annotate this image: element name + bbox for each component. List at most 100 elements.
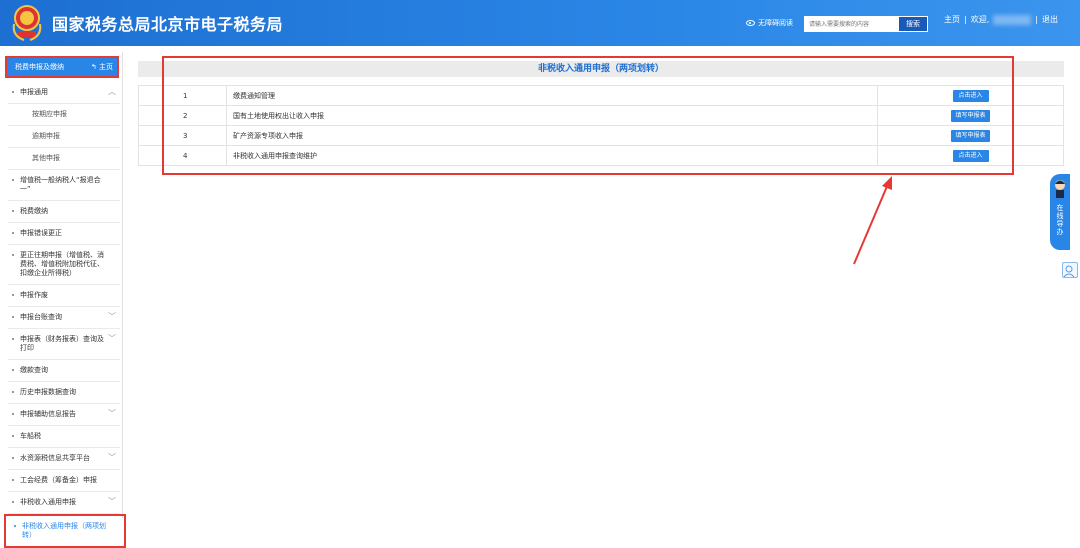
- sidebar-item-label: 非税收入通用申报（两项划转）: [22, 522, 106, 539]
- sidebar-item-label: 申报表（财务报表）查询及打印: [20, 335, 104, 352]
- chevron-down-icon: ﹀: [108, 312, 116, 321]
- row-name: 缴费通知管理: [226, 85, 878, 106]
- row-action-cell: 填写申报表: [877, 105, 1064, 126]
- online-guide-label: 在线导办: [1056, 204, 1064, 236]
- top-header: 国家税务总局北京市电子税务局 无障碍阅读 搜索 主页 | 欢迎, | 退出: [0, 0, 1080, 46]
- sidebar-item-declare-general[interactable]: 申报通用 ︿: [8, 82, 120, 104]
- chevron-down-icon: ﹀: [108, 453, 116, 462]
- bullet-icon: [12, 91, 14, 93]
- sidebar-item-aux-report[interactable]: 申报辅助信息报告 ﹀: [8, 404, 120, 426]
- enter-button[interactable]: 点击进入: [952, 89, 989, 102]
- bullet-icon: [12, 435, 14, 437]
- bullet-icon: [12, 391, 14, 393]
- user-service-icon[interactable]: [1062, 262, 1078, 278]
- row-number: 2: [138, 105, 227, 126]
- sidebar-item-label: 其他申报: [32, 154, 60, 162]
- accessibility-link[interactable]: 无障碍阅读: [746, 18, 793, 28]
- bullet-icon: [12, 501, 14, 503]
- bullet-icon: [12, 457, 14, 459]
- page-title: 非税收入通用申报（两项划转）: [138, 61, 1064, 77]
- sidebar-item-payment-query[interactable]: 缴款查询: [8, 360, 120, 382]
- bullet-icon: [12, 369, 14, 371]
- sidebar-item-correction[interactable]: 申报错误更正: [8, 223, 120, 245]
- enter-button[interactable]: 点击进入: [952, 149, 989, 162]
- sidebar-item-label: 非税收入通用申报: [20, 498, 76, 506]
- sidebar-home-link[interactable]: ↰ 主页: [91, 58, 113, 76]
- sidebar-item-label: 申报通用: [20, 88, 48, 96]
- sidebar-menu: 申报通用 ︿ 按期应申报 逾期申报 其他申报 增值税一般纳税人“报退合一” 税费缴…: [4, 82, 126, 548]
- logout-link[interactable]: 退出: [1042, 14, 1058, 25]
- bullet-icon: [12, 232, 14, 234]
- row-action-cell: 填写申报表: [877, 125, 1064, 146]
- fill-form-button[interactable]: 填写申报表: [951, 129, 990, 142]
- row-action-cell: 点击进入: [877, 85, 1064, 106]
- table-row: 3 矿产资源专项收入申报 填写申报表: [138, 125, 1064, 146]
- sidebar-item-label: 申报错误更正: [20, 229, 62, 237]
- row-action-cell: 点击进入: [877, 145, 1064, 166]
- fill-form-button[interactable]: 填写申报表: [951, 109, 990, 122]
- bullet-icon: [12, 479, 14, 481]
- bullet-icon: [12, 179, 14, 181]
- sidebar-item-label: 税费缴纳: [20, 207, 48, 215]
- search-button[interactable]: 搜索: [898, 16, 928, 32]
- accessibility-label: 无障碍阅读: [758, 19, 793, 27]
- separator: |: [1035, 15, 1038, 24]
- sidebar-item-vat-general[interactable]: 增值税一般纳税人“报退合一”: [8, 170, 120, 201]
- search-input[interactable]: [804, 16, 898, 32]
- site-title: 国家税务总局北京市电子税务局: [52, 15, 284, 34]
- tax-emblem-icon: [12, 5, 42, 41]
- sidebar-item-tax-payment[interactable]: 税费缴纳: [8, 201, 120, 223]
- sidebar-header-label: 税费申报及缴纳: [15, 63, 64, 71]
- sidebar-item-label: 工会经费（筹备金）申报: [20, 476, 97, 484]
- bullet-icon: [12, 254, 14, 256]
- row-number: 3: [138, 125, 227, 146]
- sidebar-item-label: 申报辅助信息报告: [20, 410, 76, 418]
- bullet-icon: [12, 316, 14, 318]
- sidebar-item-history-query[interactable]: 历史申报数据查询: [8, 382, 120, 404]
- table-row: 1 缴费通知管理 点击进入: [138, 85, 1064, 106]
- chevron-down-icon: ﹀: [108, 497, 116, 506]
- row-number: 4: [138, 145, 227, 166]
- sidebar-item-other[interactable]: 其他申报: [8, 148, 120, 170]
- sidebar-item-report-query[interactable]: 申报表（财务报表）查询及打印 ﹀: [8, 329, 120, 360]
- sidebar-home-label: 主页: [99, 63, 113, 71]
- sidebar-item-periodic[interactable]: 按期应申报: [8, 104, 120, 126]
- sidebar-item-label: 水资源税信息共享平台: [20, 454, 90, 462]
- home-link[interactable]: 主页: [944, 14, 960, 25]
- sidebar-item-nontax-general[interactable]: 非税收入通用申报 ﹀: [8, 492, 120, 514]
- sidebar-item-void[interactable]: 申报作废: [8, 285, 120, 307]
- sidebar: 税费申报及缴纳 ↰ 主页 申报通用 ︿ 按期应申报 逾期申报 其他申报 增值税一般…: [0, 52, 126, 548]
- bullet-icon: [14, 525, 16, 527]
- sidebar-item-label: 历史申报数据查询: [20, 388, 76, 396]
- sidebar-item-union-fee[interactable]: 工会经费（筹备金）申报: [8, 470, 120, 492]
- separator: |: [964, 15, 967, 24]
- sidebar-item-label: 申报台账查询: [20, 313, 62, 321]
- sidebar-item-nontax-transfer[interactable]: 非税收入通用申报（两项划转）: [4, 514, 126, 548]
- sidebar-item-past-correction[interactable]: 更正往期申报（增值税、消费税、增值税附加税代征、扣缴企业所得税）: [8, 245, 120, 285]
- sidebar-item-ledger-query[interactable]: 申报台账查询 ﹀: [8, 307, 120, 329]
- annotation-arrow-icon: [853, 176, 892, 265]
- row-name: 国有土地使用权出让收入申报: [226, 105, 878, 126]
- sidebar-item-water-tax[interactable]: 水资源税信息共享平台 ﹀: [8, 448, 120, 470]
- sidebar-item-label: 更正往期申报（增值税、消费税、增值税附加税代征、扣缴企业所得税）: [20, 251, 104, 277]
- row-name: 非税收入通用申报查询维护: [226, 145, 878, 166]
- sidebar-header[interactable]: 税费申报及缴纳 ↰ 主页: [5, 56, 119, 78]
- sidebar-item-label: 车船税: [20, 432, 41, 440]
- sidebar-item-label: 逾期申报: [32, 132, 60, 140]
- bullet-icon: [12, 294, 14, 296]
- sidebar-item-vehicle-tax[interactable]: 车船税: [8, 426, 120, 448]
- table-row: 2 国有土地使用权出让收入申报 填写申报表: [138, 105, 1064, 126]
- chevron-up-icon: ︿: [108, 87, 116, 96]
- person-icon: [1063, 265, 1075, 278]
- chevron-down-icon: ﹀: [108, 409, 116, 418]
- task-table: 1 缴费通知管理 点击进入 2 国有土地使用权出让收入申报 填写申报表 3 矿产…: [138, 85, 1064, 166]
- sidebar-item-label: 申报作废: [20, 291, 48, 299]
- bullet-icon: [12, 210, 14, 212]
- bullet-icon: [12, 413, 14, 415]
- agent-avatar-icon: [1055, 180, 1065, 198]
- sidebar-item-label: 缴款查询: [20, 366, 48, 374]
- welcome-text: 欢迎,: [970, 15, 990, 24]
- row-number: 1: [138, 85, 227, 106]
- sidebar-item-overdue[interactable]: 逾期申报: [8, 126, 120, 148]
- sidebar-item-label: 按期应申报: [32, 110, 67, 118]
